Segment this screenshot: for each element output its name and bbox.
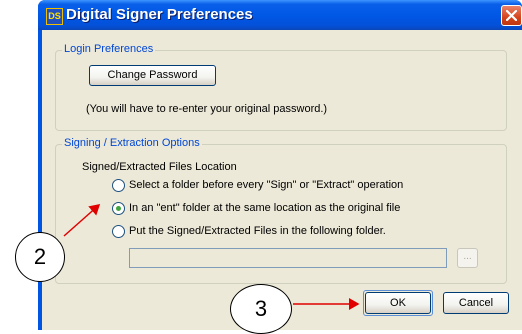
callout-3: 3 [230, 284, 292, 334]
arrow-to-ent-option [63, 204, 101, 237]
annotation-arrows [63, 204, 360, 310]
callout-2: 2 [15, 232, 65, 282]
